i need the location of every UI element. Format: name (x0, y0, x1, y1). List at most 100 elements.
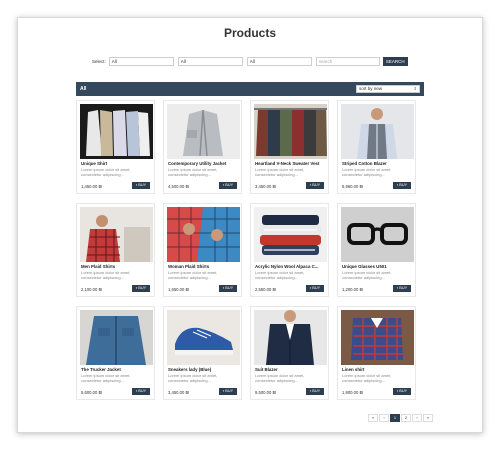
product-price: 2,100.00 ₪ (81, 287, 103, 292)
buy-button[interactable]: ▪ BUY (132, 388, 150, 395)
product-description: Lorem ipsum dolor sit amet, consectetur … (342, 373, 392, 383)
product-price: 4,500.00 ₪ (168, 184, 190, 189)
buy-label: BUY (399, 389, 408, 393)
product-card[interactable]: Woman Plaid Shirts Lorem ipsum dolor sit … (163, 203, 242, 297)
product-image[interactable] (167, 207, 240, 262)
buy-label: BUY (399, 286, 408, 290)
page-link[interactable]: 2 (401, 414, 411, 422)
product-description: Lorem ipsum dolor sit amet, consectetur … (168, 167, 218, 177)
product-name[interactable]: Heartland V-Neck Sweater Vest (255, 161, 325, 166)
product-card[interactable]: Unique Glasses U501 Lorem ipsum dolor sit… (337, 203, 416, 297)
product-card[interactable]: Linen shirt Lorem ipsum dolor sit amet, c… (337, 306, 416, 400)
buy-label: BUY (225, 389, 234, 393)
product-price: 9,500.00 ₪ (255, 390, 277, 395)
buy-button[interactable]: ▪ BUY (132, 285, 150, 292)
search-input[interactable]: search (315, 56, 380, 66)
buy-label: BUY (312, 286, 321, 290)
product-description: Lorem ipsum dolor sit amet, consectetur … (168, 270, 218, 280)
product-description: Lorem ipsum dolor sit amet, consectetur … (81, 167, 131, 177)
product-price: 5,600.00 ₪ (81, 390, 103, 395)
product-price: 3,450.00 ₪ (255, 184, 277, 189)
buy-label: BUY (225, 286, 234, 290)
product-image[interactable] (341, 104, 414, 159)
product-image[interactable] (254, 207, 327, 262)
pagination: «‹ 1 2 ›» (367, 414, 433, 422)
product-price: 1,450.00 ₪ (81, 184, 103, 189)
filter-select-3[interactable]: All (246, 56, 312, 66)
buy-label: BUY (312, 389, 321, 393)
product-name[interactable]: Suit Blazer (255, 367, 325, 372)
product-name[interactable]: Striped Cotton Blazer (342, 161, 412, 166)
product-image[interactable] (80, 104, 153, 159)
buy-button[interactable]: ▪ BUY (306, 388, 324, 395)
page-link[interactable]: « (368, 414, 378, 422)
page-link[interactable]: » (423, 414, 433, 422)
product-name[interactable]: Unique Shirt (81, 161, 151, 166)
product-card[interactable]: The Trucker Jacket Lorem ipsum dolor sit … (76, 306, 155, 400)
product-description: Lorem ipsum dolor sit amet, consectetur … (255, 373, 305, 383)
product-image[interactable] (341, 310, 414, 365)
buy-label: BUY (138, 389, 147, 393)
page-title: Products (223, 26, 276, 40)
product-card[interactable]: Acrylic Nylon Wool Alpaca C... Lorem ipsu… (250, 203, 329, 297)
buy-button[interactable]: ▪ BUY (393, 388, 411, 395)
product-image[interactable] (254, 104, 327, 159)
product-image[interactable] (80, 207, 153, 262)
product-image[interactable] (341, 207, 414, 262)
page-link[interactable]: › (412, 414, 422, 422)
sort-caret-icon: ⇕ (413, 86, 417, 91)
product-image[interactable] (167, 104, 240, 159)
product-card[interactable]: Heartland V-Neck Sweater Vest Lorem ipsum… (250, 100, 329, 194)
product-name[interactable]: Contemporary Utility Jacket (168, 161, 238, 166)
product-name[interactable]: Men Plaid Shirts (81, 264, 151, 269)
search-button[interactable]: SEARCH (382, 56, 408, 66)
product-image[interactable] (254, 310, 327, 365)
product-description: Lorem ipsum dolor sit amet, consectetur … (255, 270, 305, 280)
buy-button[interactable]: ▪ BUY (393, 182, 411, 189)
sort-select[interactable]: sort by new ⇕ (356, 85, 420, 93)
product-description: Lorem ipsum dolor sit amet, consectetur … (81, 373, 131, 383)
product-price: 1,900.00 ₪ (342, 390, 364, 395)
product-name[interactable]: Linen shirt (342, 367, 412, 372)
buy-button[interactable]: ▪ BUY (393, 285, 411, 292)
category-bar: All sort by new ⇕ (76, 82, 424, 96)
product-name[interactable]: Acrylic Nylon Wool Alpaca C... (255, 264, 325, 269)
product-description: Lorem ipsum dolor sit amet, consectetur … (342, 167, 392, 177)
page-frame: Products Select: All All All search SEAR… (17, 17, 483, 433)
product-name[interactable]: The Trucker Jacket (81, 367, 151, 372)
buy-label: BUY (312, 183, 321, 187)
filter-select-2[interactable]: All (177, 56, 243, 66)
product-name[interactable]: Woman Plaid Shirts (168, 264, 238, 269)
product-card[interactable]: Contemporary Utility Jacket Lorem ipsum d… (163, 100, 242, 194)
page-link[interactable]: ‹ (379, 414, 389, 422)
product-name[interactable]: Unique Glasses U501 (342, 264, 412, 269)
buy-button[interactable]: ▪ BUY (219, 182, 237, 189)
product-description: Lorem ipsum dolor sit amet, consectetur … (255, 167, 305, 177)
product-price: 6,960.00 ₪ (342, 184, 364, 189)
product-image[interactable] (167, 310, 240, 365)
buy-button[interactable]: ▪ BUY (219, 285, 237, 292)
filter-select-1[interactable]: All (108, 56, 174, 66)
product-image[interactable] (80, 310, 153, 365)
buy-label: BUY (138, 183, 147, 187)
buy-label: BUY (138, 286, 147, 290)
buy-label: BUY (399, 183, 408, 187)
filter-label: Select: (92, 58, 106, 64)
product-card[interactable]: Sneakers lady (Blue) Lorem ipsum dolor si… (163, 306, 242, 400)
filter-bar: Select: All All All search SEARCH (92, 56, 408, 66)
page-link[interactable]: 1 (390, 414, 400, 422)
buy-button[interactable]: ▪ BUY (219, 388, 237, 395)
product-card[interactable]: Men Plaid Shirts Lorem ipsum dolor sit am… (76, 203, 155, 297)
buy-button[interactable]: ▪ BUY (306, 285, 324, 292)
buy-button[interactable]: ▪ BUY (132, 182, 150, 189)
category-label: All (80, 86, 87, 92)
product-price: 2,550.00 ₪ (255, 287, 277, 292)
buy-button[interactable]: ▪ BUY (306, 182, 324, 189)
product-description: Lorem ipsum dolor sit amet, consectetur … (342, 270, 392, 280)
buy-label: BUY (225, 183, 234, 187)
product-card[interactable]: Unique Shirt Lorem ipsum dolor sit amet, … (76, 100, 155, 194)
product-card[interactable]: Suit Blazer Lorem ipsum dolor sit amet, c… (250, 306, 329, 400)
product-card[interactable]: Striped Cotton Blazer Lorem ipsum dolor s… (337, 100, 416, 194)
product-price: 1,200.00 ₪ (342, 287, 364, 292)
product-name[interactable]: Sneakers lady (Blue) (168, 367, 238, 372)
